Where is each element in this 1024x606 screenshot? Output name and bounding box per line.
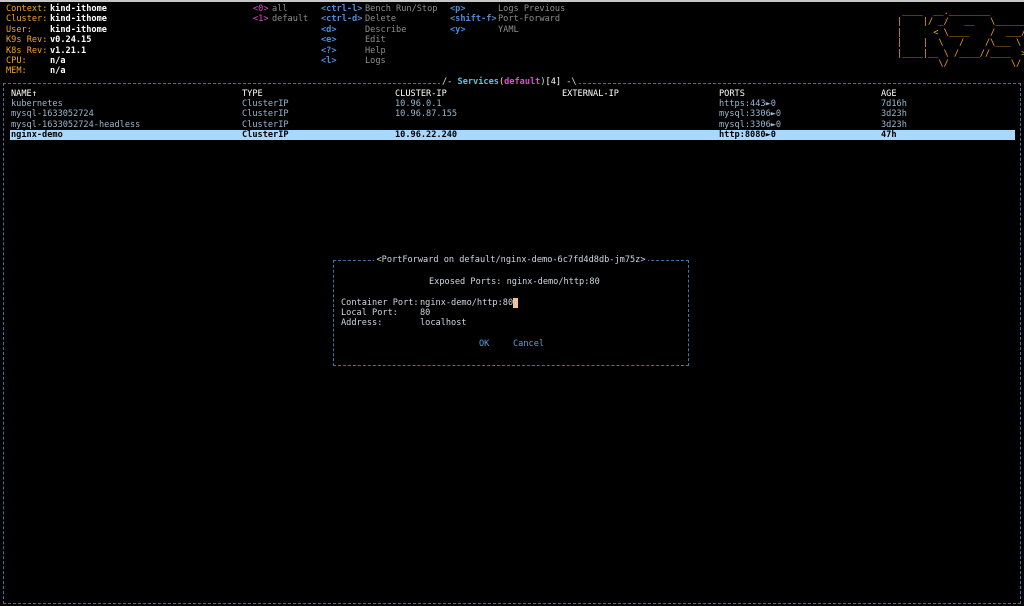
info-label: Context: bbox=[6, 4, 48, 14]
info-value: n/a bbox=[50, 56, 66, 66]
shortcut-label: Help bbox=[365, 45, 386, 56]
shortcut-label: Describe bbox=[365, 24, 407, 35]
col-header-ports[interactable]: PORTS bbox=[719, 89, 745, 99]
namespace-name: default bbox=[504, 77, 541, 87]
cell-type: ClusterIP bbox=[242, 130, 289, 141]
shortcut-label: Port-Forward bbox=[498, 14, 561, 25]
text-cursor bbox=[513, 298, 519, 308]
info-value: v0.24.15 bbox=[50, 35, 92, 46]
info-label: K9s Rev: bbox=[6, 35, 48, 46]
cell-type: ClusterIP bbox=[242, 99, 289, 109]
shortcut-label: Bench Run/Stop bbox=[365, 4, 438, 14]
cancel-button[interactable]: Cancel bbox=[513, 339, 544, 349]
info-label: User: bbox=[6, 24, 32, 35]
shortcut-key: <?> bbox=[321, 45, 337, 56]
cell-name: mysql-1633052724 bbox=[11, 109, 94, 120]
address-input[interactable]: localhost bbox=[420, 318, 467, 328]
cell-type: ClusterIP bbox=[242, 109, 289, 120]
col-header-name[interactable]: NAME↑ bbox=[11, 89, 37, 99]
cell-cluster-ip: 10.96.22.240 bbox=[395, 130, 458, 141]
col-header-external-ip[interactable]: EXTERNAL-IP bbox=[562, 89, 619, 99]
container-port-value: nginx-demo/http:80 bbox=[420, 298, 514, 308]
cell-ports: mysql:3306►0 bbox=[719, 119, 782, 130]
shortcut-label: YAML bbox=[498, 24, 519, 35]
shortcut-key: <y> bbox=[450, 24, 466, 35]
table-row[interactable]: kubernetes ClusterIP 10.96.0.1 https:443►0 7… bbox=[10, 99, 1015, 109]
exposed-ports-text: Exposed Ports: nginx-demo/http:80 bbox=[429, 277, 600, 287]
cell-ports: https:443►0 bbox=[719, 99, 776, 109]
cell-age: 3d23h bbox=[881, 109, 907, 120]
local-port-label: Local Port: bbox=[341, 308, 398, 318]
table-row[interactable]: mysql-1633052724-headless ClusterIP mysql:… bbox=[10, 120, 1015, 130]
shortcut-label: Logs bbox=[365, 56, 386, 66]
namespace-key[interactable]: <1> bbox=[253, 14, 269, 24]
shortcut-key: <e> bbox=[321, 35, 337, 46]
shortcut-label: Logs Previous bbox=[498, 4, 566, 14]
shortcut-key: <d> bbox=[321, 24, 337, 35]
col-header-cluster-ip[interactable]: CLUSTER-IP bbox=[395, 89, 447, 99]
shortcut-key: <shift-f> bbox=[450, 14, 497, 25]
table-header: NAME↑ TYPE CLUSTER-IP EXTERNAL-IP PORTS … bbox=[10, 89, 1015, 99]
container-port-input[interactable]: nginx-demo/http:80 bbox=[420, 298, 519, 308]
table-row[interactable]: mysql-1633052724 ClusterIP 10.96.87.155 mys… bbox=[10, 109, 1015, 119]
cell-cluster-ip: 10.96.87.155 bbox=[395, 109, 458, 120]
namespace-key[interactable]: <0> bbox=[253, 4, 269, 14]
shortcut-key: <p> bbox=[450, 4, 466, 14]
info-label: CPU: bbox=[6, 56, 27, 66]
shortcut-label: Edit bbox=[365, 35, 386, 46]
container-port-label: Container Port: bbox=[341, 298, 419, 308]
local-port-input[interactable]: 80 bbox=[420, 308, 430, 318]
window-top-border bbox=[0, 0, 1024, 2]
info-label: K8s Rev: bbox=[6, 45, 48, 56]
cell-name: kubernetes bbox=[11, 99, 63, 109]
shortcut-key: <ctrl-l> bbox=[321, 4, 363, 14]
cell-age: 7d16h bbox=[881, 99, 907, 109]
resource-count: [4] bbox=[545, 77, 562, 87]
namespace-label[interactable]: all bbox=[272, 4, 288, 14]
cell-type: ClusterIP bbox=[242, 119, 289, 130]
namespace-label[interactable]: default bbox=[272, 14, 308, 24]
table-row[interactable]: nginx-demo ClusterIP 10.96.22.240 http:8080… bbox=[10, 130, 1015, 141]
k9s-logo: ____ __.________ | |/ _/ __ \______ | < … bbox=[897, 7, 1024, 70]
shortcut-key: <l> bbox=[321, 56, 337, 66]
port-forward-dialog: <PortForward on default/nginx-demo-6c7fd… bbox=[333, 255, 689, 366]
cell-name: nginx-demo bbox=[11, 130, 63, 141]
info-value: kind-ithome bbox=[50, 14, 107, 25]
shortcut-key: <ctrl-d> bbox=[321, 14, 363, 25]
cell-age: 3d23h bbox=[881, 119, 907, 130]
address-label: Address: bbox=[341, 318, 383, 328]
dialog-title: <PortForward on default/nginx-demo-6c7fd… bbox=[374, 255, 648, 265]
col-header-type[interactable]: TYPE bbox=[242, 89, 263, 99]
info-value: n/a bbox=[50, 66, 66, 77]
cell-age: 47h bbox=[881, 130, 897, 141]
cell-ports: mysql:3306►0 bbox=[719, 109, 782, 120]
ok-button[interactable]: OK bbox=[479, 339, 489, 349]
info-value: v1.21.1 bbox=[50, 45, 87, 56]
shortcut-label: Delete bbox=[365, 14, 397, 25]
cell-ports: http:8080►0 bbox=[719, 130, 776, 141]
info-label: MEM: bbox=[6, 66, 27, 77]
info-value: kind-ithome bbox=[50, 24, 107, 35]
cell-cluster-ip: 10.96.0.1 bbox=[395, 99, 442, 109]
cell-name: mysql-1633052724-headless bbox=[11, 119, 141, 130]
panel-title: /- Services(default)[4] -\ bbox=[440, 77, 579, 88]
resource-name: Services bbox=[457, 77, 499, 87]
info-label: Cluster: bbox=[6, 14, 48, 25]
info-value: kind-ithome bbox=[50, 4, 107, 14]
col-header-age[interactable]: AGE bbox=[881, 89, 897, 99]
